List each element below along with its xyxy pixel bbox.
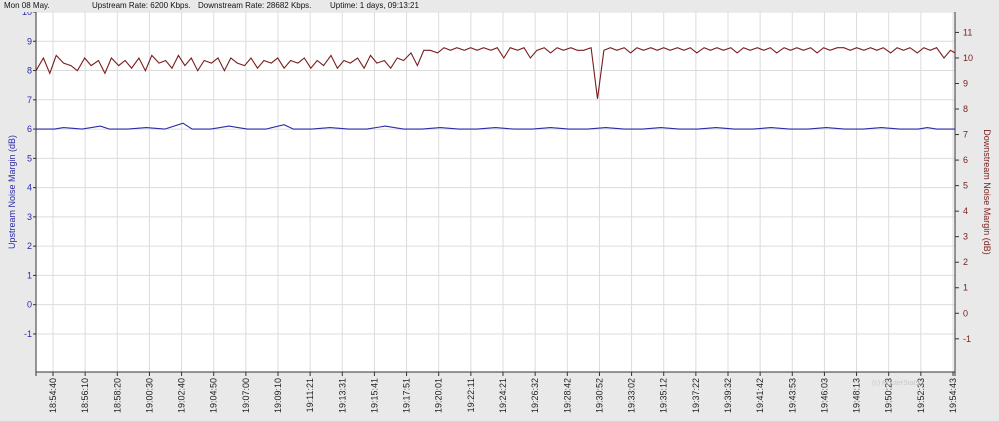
watermark-text: (c) RouterStats... [872, 380, 925, 387]
right-tick-label: 11 [963, 27, 972, 37]
x-tick-label: 19:39:32 [723, 378, 733, 413]
right-tick-label: 5 [963, 181, 968, 191]
right-tick-label: 4 [963, 206, 968, 216]
x-tick-label: 19:13:31 [337, 378, 347, 413]
left-tick-label: 0 [27, 300, 32, 310]
right-tick-label: 8 [963, 104, 968, 114]
uptime-label: Uptime: 1 days, 09:13:21 [330, 1, 419, 10]
x-tick-label: 19:00:30 [144, 378, 154, 413]
x-tick-label: 19:20:01 [434, 378, 444, 413]
x-tick-label: 18:54:40 [48, 378, 58, 413]
x-tick-label: 18:58:20 [112, 378, 122, 413]
x-tick-label: 19:09:10 [273, 378, 283, 413]
x-tick-label: 19:37:22 [691, 378, 701, 413]
x-tick-label: 19:46:03 [819, 378, 829, 413]
x-tick-label: 19:07:00 [241, 378, 251, 413]
right-tick-label: 6 [963, 155, 968, 165]
x-tick-label: 19:22:11 [466, 378, 476, 412]
left-tick-label: 5 [27, 153, 32, 163]
x-tick-label: 19:11:21 [305, 378, 315, 412]
right-tick-label: 3 [963, 232, 968, 242]
right-tick-label: 2 [963, 257, 968, 267]
right-tick-label: 10 [963, 53, 973, 63]
left-tick-label: 7 [27, 95, 32, 105]
right-tick-label: -1 [963, 334, 971, 344]
downstream-rate-label: Downstream Rate: 28682 Kbps. [198, 1, 312, 10]
x-tick-label: 19:54:43 [948, 378, 958, 413]
right-tick-label: 7 [963, 130, 968, 140]
left-tick-label: -1 [24, 329, 32, 339]
x-tick-label: 19:04:50 [209, 378, 219, 413]
x-tick-label: 19:30:52 [594, 378, 604, 413]
date-label: Mon 08 May. [4, 1, 50, 10]
left-tick-label: 4 [27, 183, 32, 193]
x-tick-label: 18:56:10 [80, 378, 90, 413]
x-tick-label: 19:48:13 [852, 378, 862, 413]
right-tick-label: 1 [963, 283, 968, 293]
x-tick-label: 19:15:41 [369, 378, 379, 413]
left-tick-label: 9 [27, 36, 32, 46]
x-tick-label: 19:35:12 [659, 378, 669, 413]
left-tick-label: 1 [27, 270, 32, 280]
left-tick-label: 2 [27, 241, 32, 251]
x-tick-label: 19:33:02 [627, 378, 637, 413]
x-tick-label: 19:41:42 [755, 378, 765, 413]
x-tick-label: 19:17:51 [402, 378, 412, 413]
left-axis-label: Upstream Noise Margin (dB) [7, 135, 17, 249]
noise-margin-chart: 109876543210-111109876543210-118:54:40 18… [7, 12, 992, 413]
right-tick-label: 0 [963, 308, 968, 318]
x-tick-label: 19:24:21 [498, 378, 508, 413]
x-tick-label: 19:26:32 [530, 378, 540, 413]
left-tick-label: 8 [27, 66, 32, 76]
right-tick-label: 9 [963, 78, 968, 88]
x-tick-label: 19:28:42 [562, 378, 572, 413]
right-axis-label: Downstream Noise Margin (dB) [982, 129, 992, 255]
x-tick-label: 19:43:53 [787, 378, 797, 413]
status-bar: Mon 08 May. Upstream Rate: 6200 Kbps. Do… [0, 0, 999, 12]
x-tick-label: 19:02:40 [177, 378, 187, 413]
left-tick-label: 10 [22, 12, 32, 17]
plot-area [36, 12, 955, 372]
upstream-rate-label: Upstream Rate: 6200 Kbps. [92, 1, 191, 10]
left-tick-label: 3 [27, 212, 32, 222]
left-tick-label: 6 [27, 124, 32, 134]
